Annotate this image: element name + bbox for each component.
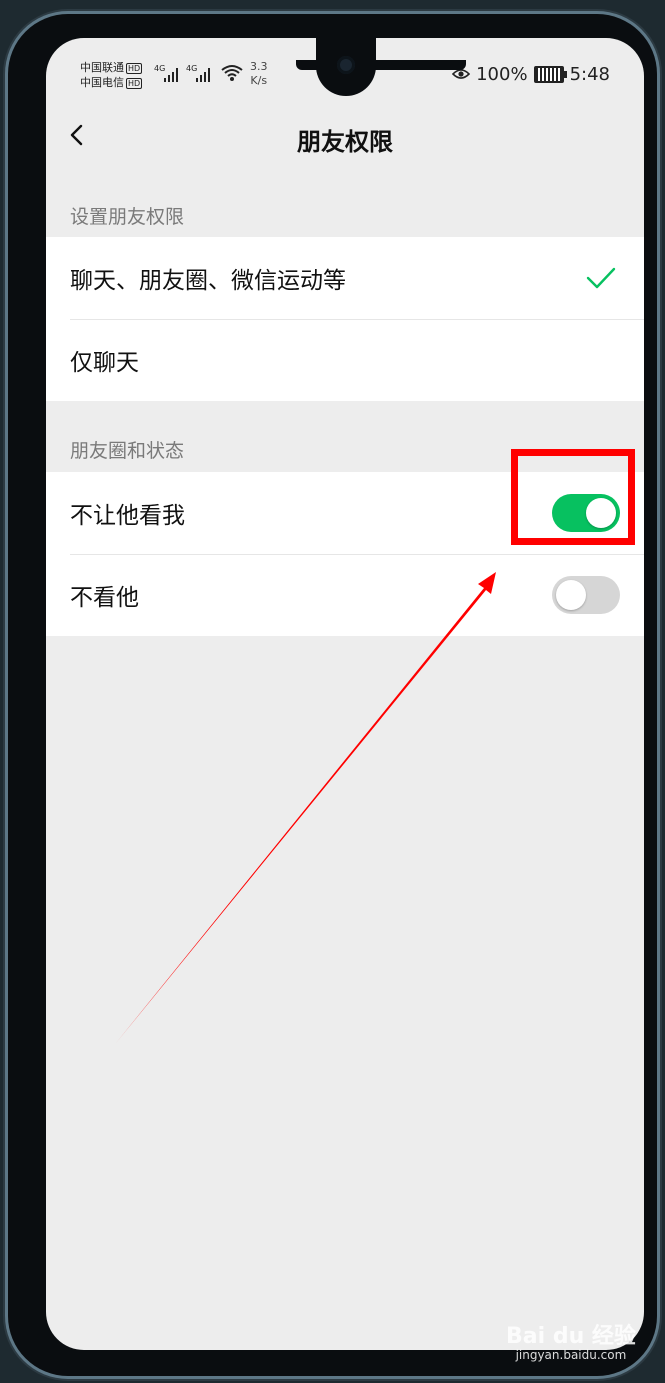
battery-icon (533, 66, 567, 83)
phone-frame: 中国联通 HD 中国电信 HD 4G 4G 3.3 K/s 100% 5:48 … (8, 14, 657, 1376)
section-header-permissions: 设置朋友权限 (70, 206, 185, 228)
page-title: 朋友权限 (297, 128, 393, 156)
carrier-1: 中国联通 (80, 61, 124, 74)
hd-badge: HD (126, 78, 143, 89)
option-chat-moments-werun[interactable]: 聊天、朋友圈、微信运动等 (46, 237, 644, 319)
camera-icon (337, 56, 355, 74)
watermark-url: jingyan.baidu.com (515, 1348, 627, 1362)
battery-percent: 100% (476, 64, 528, 85)
wifi-icon (221, 64, 243, 87)
hd-badge: HD (126, 63, 143, 74)
nav-bar: 朋友权限 (46, 106, 644, 170)
row-hide-their-moments: 不看他 (46, 554, 644, 636)
carrier-info: 中国联通 HD 中国电信 HD (80, 60, 143, 90)
checkmark-icon (586, 267, 616, 289)
permissions-group: 聊天、朋友圈、微信运动等 仅聊天 (46, 237, 644, 401)
app-screen: 中国联通 HD 中国电信 HD 4G 4G 3.3 K/s 100% 5:48 … (46, 38, 644, 1350)
hide-their-moments-toggle[interactable] (552, 576, 620, 614)
network-speed: 3.3 K/s (250, 60, 268, 87)
clock: 5:48 (569, 64, 610, 85)
carrier-2: 中国电信 (80, 76, 124, 89)
option-label: 仅聊天 (70, 350, 139, 376)
option-chat-only[interactable]: 仅聊天 (46, 319, 644, 401)
toggle-label: 不看他 (70, 585, 139, 611)
toggle-label: 不让他看我 (70, 503, 185, 529)
option-label: 聊天、朋友圈、微信运动等 (70, 268, 346, 294)
camera-notch (316, 38, 376, 96)
annotation-highlight-box (511, 449, 635, 545)
toggle-knob (556, 580, 586, 610)
baidu-jingyan-watermark: Bai du 经验 jingyan.baidu.com (506, 1318, 636, 1362)
status-right: 100% 5:48 (451, 64, 610, 85)
watermark-logo: Bai du 经验 (506, 1324, 636, 1349)
